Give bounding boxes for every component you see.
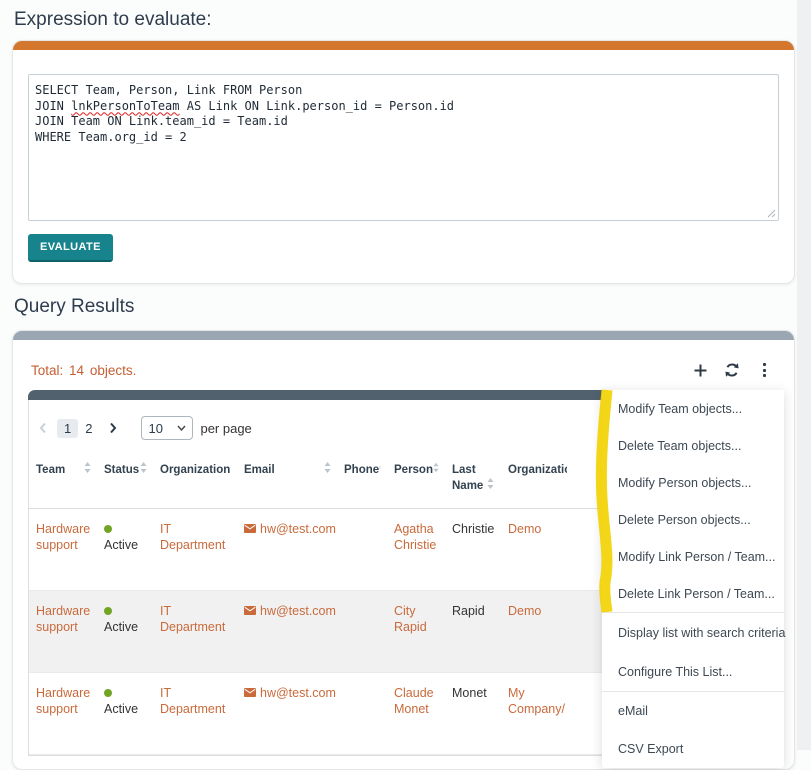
sort-icon [84,462,91,473]
page-number-1[interactable]: 1 [57,419,78,438]
column-label: Person [394,462,433,478]
column-header-phone[interactable]: Phone [337,452,387,509]
column-label: Team [36,462,65,478]
email-link[interactable]: hw@test.com [260,521,336,537]
status-text: Active [104,702,138,716]
organization2-link[interactable]: My Company/ [508,686,565,716]
per-page-label: per page [200,421,251,436]
team-link[interactable]: Hardware support [36,604,90,634]
person-link[interactable]: City Rapid [394,604,427,634]
status-text: Active [104,620,138,634]
column-label: Status [104,462,139,478]
person-link[interactable]: Claude Monet [394,686,434,716]
column-header-status[interactable]: Status [97,452,153,509]
kebab-menu-icon[interactable] [756,362,772,378]
add-icon[interactable] [692,362,708,378]
menu-item[interactable]: CSV Export [602,730,784,768]
prev-page-icon[interactable] [36,421,50,435]
cell-last_name: Rapid [445,591,501,673]
sort-icon [487,478,494,489]
cell-phone [337,591,387,673]
column-label: Organization [508,462,567,478]
sort-icon [324,462,331,473]
cell-phone [337,673,387,755]
column-label: Organization [160,462,230,478]
organization-link[interactable]: IT Department [160,604,225,634]
evaluate-button[interactable]: EVALUATE [28,234,113,262]
organization-link[interactable]: IT Department [160,686,225,716]
context-menu: Modify Team objects...Delete Team object… [602,390,784,768]
expression-textarea[interactable]: SELECT Team, Person, Link FROM Person JO… [28,74,779,221]
status-dot [104,525,112,533]
email-icon [244,524,256,533]
column-header-team[interactable]: Team [29,452,97,509]
email-link[interactable]: hw@test.com [260,685,336,701]
refresh-icon[interactable] [724,362,740,378]
resize-grip-icon[interactable] [767,209,776,218]
menu-group: Modify Team objects...Delete Team object… [602,390,784,612]
column-label: Last Name [452,464,483,492]
status-dot [104,607,112,615]
column-header-organization2: Organization [501,452,567,509]
results-section-title: Query Results [14,296,134,318]
email-icon [244,606,256,615]
menu-group: eMailCSV Export [602,691,784,768]
page-gutter [797,0,811,750]
menu-item[interactable]: Delete Link Person / Team... [602,575,784,612]
column-header-organization[interactable]: Organization [153,452,237,509]
sort-icon [433,462,439,473]
menu-group: Display list with search criteriaConfigu… [602,612,784,691]
organization-link[interactable]: IT Department [160,522,225,552]
misspelled-word: lnkPersonToTeam [71,99,179,113]
column-header-person[interactable]: Person [387,452,445,509]
next-page-icon[interactable] [106,421,120,435]
cell-last_name: Monet [445,673,501,755]
email-link[interactable]: hw@test.com [260,603,336,619]
status-text: Active [104,538,138,552]
column-header-email[interactable]: Email [237,452,337,509]
sort-icon [230,462,231,473]
status-dot [104,689,112,697]
column-label: Email [244,462,275,478]
page-number-2[interactable]: 2 [78,419,99,438]
organization2-link[interactable]: Demo [508,522,541,536]
column-header-last_name[interactable]: Last Name [445,452,501,509]
sort-icon [140,462,147,473]
expression-section-title: Expression to evaluate: [14,9,212,31]
menu-item[interactable]: Display list with search criteria [602,613,784,652]
menu-item[interactable]: Modify Team objects... [602,390,784,427]
expression-card: SELECT Team, Person, Link FROM Person JO… [12,40,795,284]
menu-item[interactable]: Delete Person objects... [602,501,784,538]
menu-item[interactable]: Configure This List... [602,652,784,691]
per-page-select[interactable]: 10 [141,416,193,440]
menu-item[interactable]: Modify Link Person / Team... [602,538,784,575]
organization2-link[interactable]: Demo [508,604,541,618]
team-link[interactable]: Hardware support [36,686,90,716]
results-card-accent-bar [13,331,794,340]
menu-item[interactable]: Modify Person objects... [602,464,784,501]
sort-icon [379,462,381,473]
email-icon [244,688,256,697]
column-label: Phone [344,462,379,478]
cell-phone [337,509,387,591]
total-objects-text: Total: 14 objects. [31,363,136,378]
menu-item[interactable]: Delete Team objects... [602,427,784,464]
menu-item[interactable]: eMail [602,692,784,730]
team-link[interactable]: Hardware support [36,522,90,552]
person-link[interactable]: Agatha Christie [394,522,436,552]
cell-last_name: Christie [445,509,501,591]
expression-card-accent-bar [13,41,794,50]
